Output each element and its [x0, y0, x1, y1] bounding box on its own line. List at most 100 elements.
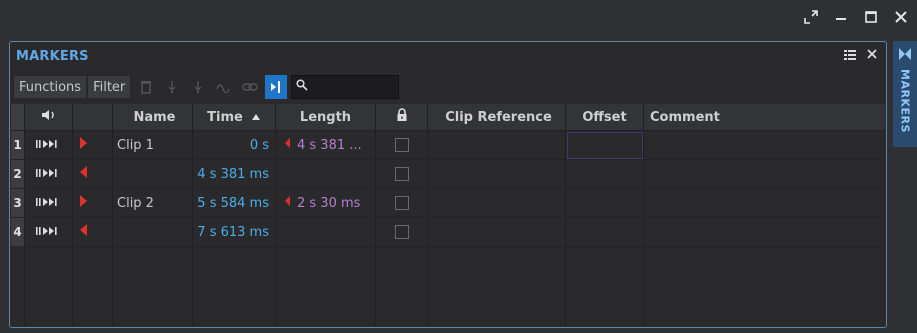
insert-marker-end-icon[interactable]: [187, 75, 209, 99]
search-icon: [296, 79, 308, 95]
header-time-label: Time: [207, 109, 243, 125]
marker-clip-reference[interactable]: [428, 131, 566, 160]
marker-type[interactable]: [73, 218, 113, 247]
table-row[interactable]: 1 Clip 10 s 4 s 381 ...: [11, 131, 885, 160]
audition-controls[interactable]: [25, 218, 73, 247]
header-name[interactable]: Name: [113, 104, 193, 130]
marker-lock[interactable]: [376, 160, 428, 189]
lock-checkbox[interactable]: [394, 225, 409, 239]
follow-playback-icon[interactable]: [265, 75, 288, 99]
markers-side-tab[interactable]: MARKERS: [893, 41, 917, 147]
delete-icon[interactable]: [135, 75, 157, 99]
wave-marker-icon[interactable]: [213, 75, 235, 99]
marker-clip-reference[interactable]: [428, 218, 566, 247]
markers-table: Name Time Length Clip Reference Offset C…: [11, 104, 885, 326]
audition-controls[interactable]: [25, 131, 73, 160]
header-audition[interactable]: [25, 104, 73, 130]
marker-comment[interactable]: [644, 131, 885, 160]
play-marker-icon[interactable]: [35, 196, 62, 211]
table-header: Name Time Length Clip Reference Offset C…: [11, 104, 885, 131]
panel-icons: [844, 48, 878, 64]
search-input[interactable]: [312, 79, 397, 95]
marker-offset[interactable]: [566, 189, 644, 218]
play-marker-icon[interactable]: [35, 138, 62, 153]
header-length[interactable]: Length: [276, 104, 376, 130]
table-empty-area: [11, 246, 885, 326]
marker-name[interactable]: [113, 218, 193, 247]
table-row[interactable]: 3 Clip 25 s 584 ms 2 s 30 ms: [11, 189, 885, 218]
marker-time[interactable]: 5 s 584 ms: [193, 189, 276, 218]
length-marker-icon: [284, 137, 291, 153]
side-tab-label: MARKERS: [898, 69, 912, 133]
marker-comment[interactable]: [644, 218, 885, 247]
search-field[interactable]: [291, 75, 400, 99]
marker-offset[interactable]: [566, 160, 644, 189]
lock-checkbox[interactable]: [394, 196, 409, 210]
header-clip-reference[interactable]: Clip Reference: [428, 104, 566, 130]
length-value: 2 s 30 ms: [297, 195, 361, 211]
play-marker-icon[interactable]: [35, 225, 62, 240]
row-number: 4: [11, 218, 25, 247]
audition-controls[interactable]: [25, 189, 73, 218]
marker-clip-reference[interactable]: [428, 189, 566, 218]
expand-icon[interactable]: [803, 9, 819, 25]
marker-length[interactable]: [276, 160, 376, 189]
sort-ascending-icon: [251, 110, 261, 125]
marker-length[interactable]: 2 s 30 ms: [276, 189, 376, 218]
audition-controls[interactable]: [25, 160, 73, 189]
filter-menu-button[interactable]: Filter: [87, 75, 132, 99]
marker-type[interactable]: [73, 131, 113, 160]
lock-checkbox[interactable]: [394, 138, 409, 152]
length-value: 4 s 381 ...: [297, 137, 362, 153]
header-comment[interactable]: Comment: [644, 104, 885, 130]
marker-start-icon: [79, 136, 88, 154]
header-time[interactable]: Time: [193, 104, 276, 130]
marker-comment[interactable]: [644, 189, 885, 218]
panel-close-icon[interactable]: [866, 48, 878, 64]
play-marker-icon[interactable]: [35, 167, 62, 182]
row-number: 1: [11, 131, 25, 160]
table-body: 1 Clip 10 s 4 s 381 ... 2 4 s 381 ms 3 Clip 25…: [11, 131, 885, 247]
row-number: 2: [11, 160, 25, 189]
markers-toolbar: Functions Filter: [13, 73, 400, 101]
marker-lock[interactable]: [376, 131, 428, 160]
marker-length[interactable]: [276, 218, 376, 247]
marker-time[interactable]: 4 s 381 ms: [193, 160, 276, 189]
marker-offset[interactable]: [566, 131, 644, 160]
marker-time[interactable]: 7 s 613 ms: [193, 218, 276, 247]
window-controls: [803, 6, 909, 28]
marker-name[interactable]: Clip 2: [113, 189, 193, 218]
marker-comment[interactable]: [644, 160, 885, 189]
marker-type[interactable]: [73, 160, 113, 189]
marker-type[interactable]: [73, 189, 113, 218]
marker-lock[interactable]: [376, 218, 428, 247]
functions-menu-button[interactable]: Functions: [13, 75, 88, 99]
marker-name[interactable]: [113, 160, 193, 189]
markers-panel: MARKERS Functions Filter Name Time Lengt…: [9, 41, 887, 328]
lock-icon: [396, 108, 408, 126]
panel-menu-icon[interactable]: [844, 49, 856, 64]
maximize-icon[interactable]: [863, 9, 879, 25]
marker-start-icon: [79, 194, 88, 212]
panel-title: MARKERS: [16, 49, 89, 64]
marker-clip-reference[interactable]: [428, 160, 566, 189]
link-icon[interactable]: [239, 75, 261, 99]
table-row[interactable]: 2 4 s 381 ms: [11, 160, 885, 189]
insert-marker-icon[interactable]: [161, 75, 183, 99]
row-number: 3: [11, 189, 25, 218]
minimize-icon[interactable]: [833, 9, 849, 25]
marker-lock[interactable]: [376, 189, 428, 218]
header-offset[interactable]: Offset: [566, 104, 644, 130]
marker-offset[interactable]: [566, 218, 644, 247]
length-marker-icon: [284, 195, 291, 211]
marker-time[interactable]: 0 s: [193, 131, 276, 160]
lock-checkbox[interactable]: [394, 167, 409, 181]
header-marker-type[interactable]: [73, 104, 113, 130]
header-lock[interactable]: [376, 104, 428, 130]
speaker-icon: [41, 108, 57, 126]
marker-length[interactable]: 4 s 381 ...: [276, 131, 376, 160]
table-row[interactable]: 4 7 s 613 ms: [11, 218, 885, 247]
close-icon[interactable]: [893, 9, 909, 25]
marker-name[interactable]: Clip 1: [113, 131, 193, 160]
side-tab-marker-icon: [898, 47, 912, 65]
